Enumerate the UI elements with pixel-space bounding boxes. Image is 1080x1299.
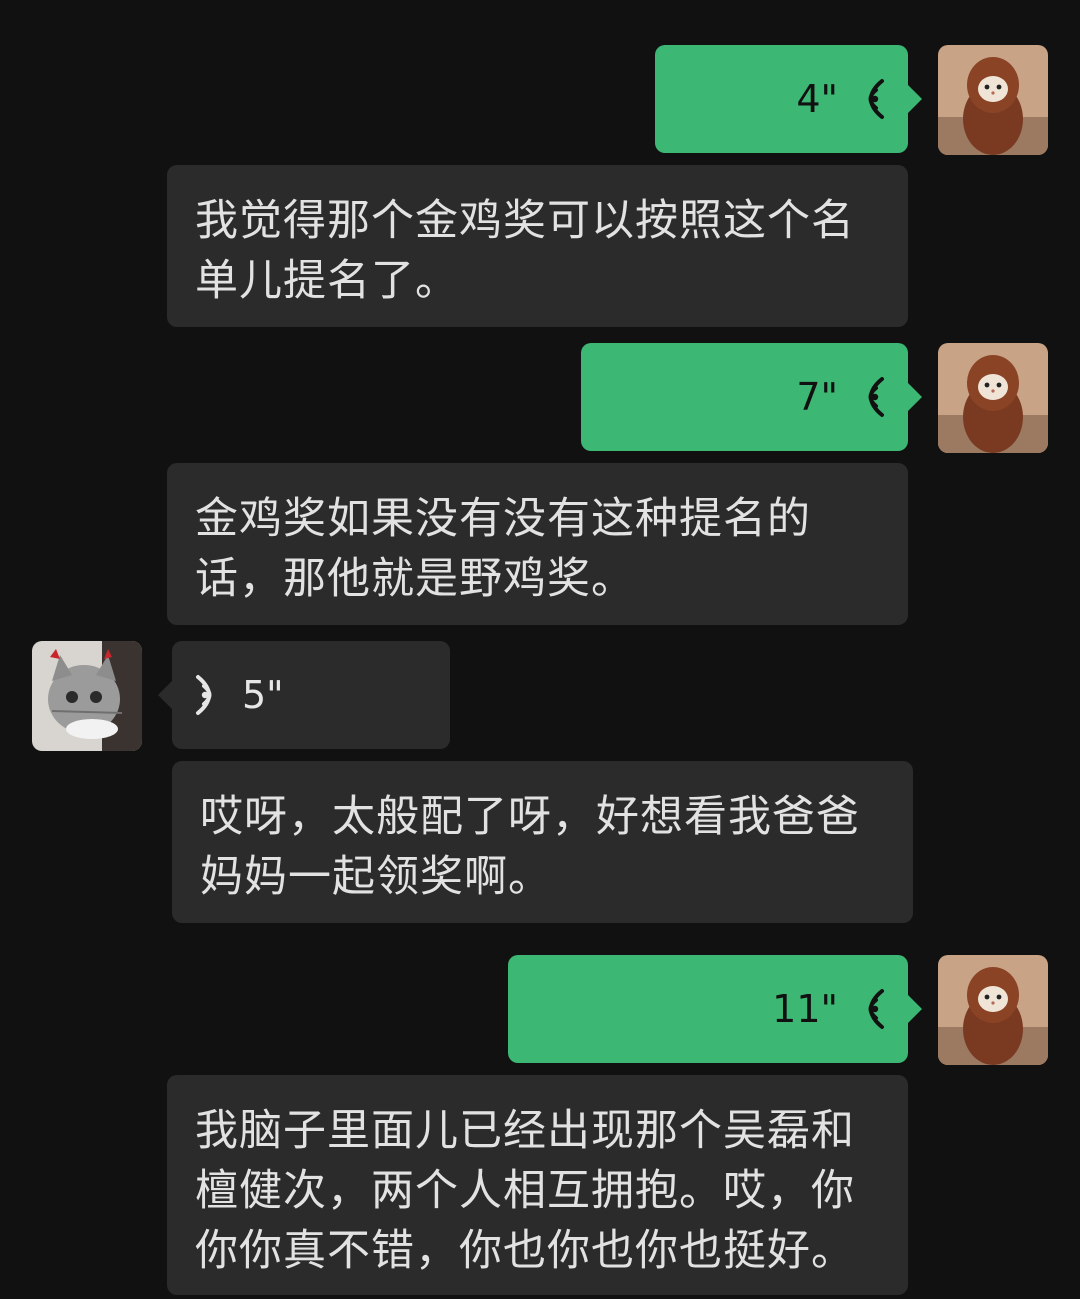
voice-transcript-text: 我脑子里面儿已经出现那个吴磊和檀健次，两个人相互拥抱。哎，你你你真不错，你也你也…: [167, 1075, 908, 1295]
voice-wave-icon: [852, 987, 886, 1031]
voice-wave-icon: [852, 77, 886, 121]
voice-wave-icon: [194, 673, 228, 717]
voice-transcript-text: 哎呀，太般配了呀，好想看我爸爸妈妈一起领奖啊。: [172, 761, 913, 923]
outgoing-voice-message[interactable]: 4": [655, 45, 922, 153]
my-avatar[interactable]: [938, 45, 1048, 155]
voice-duration: 7": [796, 375, 838, 419]
voice-duration: 4": [796, 77, 838, 121]
voice-duration: 5": [242, 673, 284, 717]
my-avatar[interactable]: [938, 955, 1048, 1065]
outgoing-voice-message[interactable]: 11": [508, 955, 922, 1063]
voice-duration: 11": [772, 987, 838, 1031]
my-avatar[interactable]: [938, 343, 1048, 453]
contact-avatar[interactable]: [32, 641, 142, 751]
outgoing-voice-message[interactable]: 7": [581, 343, 922, 451]
incoming-voice-message[interactable]: 5": [158, 641, 450, 749]
chat-message-list[interactable]: 4" 我觉得那个金鸡奖可以按照这个名单儿提名了。 7" 金鸡奖如果没有没有这种提…: [0, 0, 1080, 1299]
voice-transcript-text: 我觉得那个金鸡奖可以按照这个名单儿提名了。: [167, 165, 908, 327]
voice-transcript-text: 金鸡奖如果没有没有这种提名的话，那他就是野鸡奖。: [167, 463, 908, 625]
voice-wave-icon: [852, 375, 886, 419]
